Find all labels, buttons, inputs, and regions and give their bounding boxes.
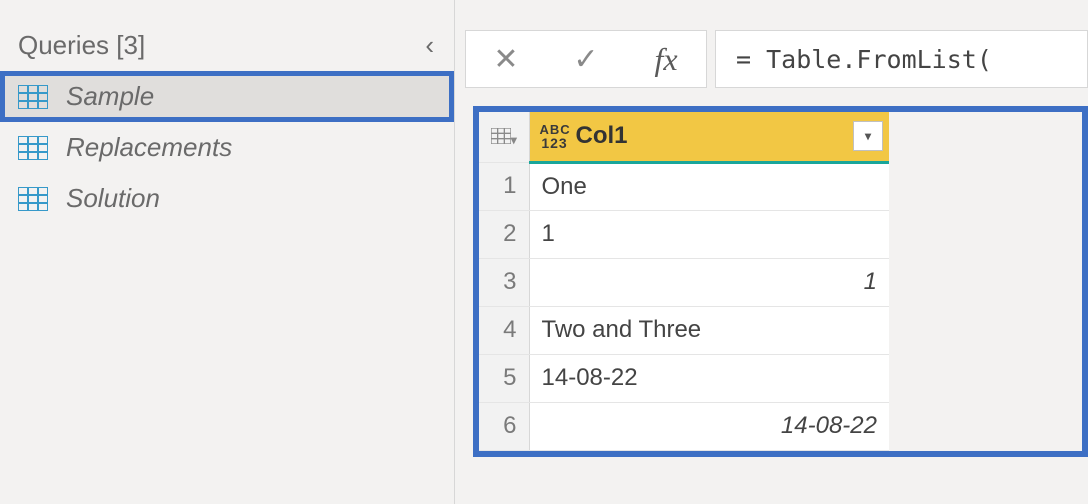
formula-bar: ✕ ✓ fx = Table.FromList( (465, 30, 1088, 88)
table-row[interactable]: 4Two and Three (479, 306, 889, 354)
table-icon (18, 85, 48, 109)
cell[interactable]: 1 (529, 210, 889, 258)
cell[interactable]: 1 (529, 258, 889, 306)
formula-input[interactable]: = Table.FromList( (715, 30, 1088, 88)
table-icon (18, 136, 48, 160)
table-row[interactable]: 1One (479, 162, 889, 210)
column-header-col1[interactable]: ABC 123 Col1 ▾ (529, 112, 889, 162)
collapse-pane-icon[interactable]: ‹ (425, 30, 434, 61)
table-row[interactable]: 614-08-22 (479, 402, 889, 450)
cell[interactable]: Two and Three (529, 306, 889, 354)
datatype-line1: ABC (540, 123, 570, 136)
table-row[interactable]: 514-08-22 (479, 354, 889, 402)
chevron-down-icon: ▾ (511, 133, 517, 147)
row-number: 6 (479, 402, 529, 450)
cell[interactable]: 14-08-22 (529, 402, 889, 450)
queries-header: Queries [3] ‹ (0, 30, 454, 71)
query-item-sample[interactable]: Sample (0, 71, 454, 122)
data-grid-wrap: ▾ ABC 123 Col1 ▾ 1One 21 (473, 106, 1088, 457)
row-number: 4 (479, 306, 529, 354)
column-filter-button[interactable]: ▾ (853, 121, 883, 151)
x-icon: ✕ (493, 42, 518, 77)
row-number: 3 (479, 258, 529, 306)
confirm-button[interactable]: ✓ (546, 31, 626, 87)
datatype-line2: 123 (540, 136, 570, 150)
query-item-solution[interactable]: Solution (0, 173, 454, 224)
query-item-label: Solution (66, 183, 160, 214)
datatype-any-icon[interactable]: ABC 123 (530, 123, 570, 150)
cell[interactable]: 14-08-22 (529, 354, 889, 402)
fx-icon: fx (654, 41, 677, 78)
queries-pane: Queries [3] ‹ Sample Replacements Soluti… (0, 0, 455, 504)
table-icon (18, 187, 48, 211)
row-number: 1 (479, 162, 529, 210)
cell[interactable]: One (529, 162, 889, 210)
formula-buttons: ✕ ✓ fx (465, 30, 707, 88)
grid-corner[interactable]: ▾ (479, 112, 529, 162)
cancel-button[interactable]: ✕ (466, 31, 546, 87)
fx-button[interactable]: fx (626, 31, 706, 87)
query-item-label: Replacements (66, 132, 232, 163)
chevron-down-icon: ▾ (865, 129, 871, 143)
query-item-replacements[interactable]: Replacements (0, 122, 454, 173)
query-item-label: Sample (66, 81, 154, 112)
table-row[interactable]: 31 (479, 258, 889, 306)
queries-title: Queries [3] (18, 30, 145, 61)
column-name: Col1 (570, 122, 854, 150)
formula-text: = Table.FromList( (736, 45, 992, 74)
row-number: 5 (479, 354, 529, 402)
table-icon (491, 128, 511, 144)
data-grid: ▾ ABC 123 Col1 ▾ 1One 21 (479, 112, 889, 451)
table-row[interactable]: 21 (479, 210, 889, 258)
editor-area: ✕ ✓ fx = Table.FromList( ▾ ABC 123 (455, 0, 1088, 504)
check-icon: ✓ (573, 42, 598, 77)
row-number: 2 (479, 210, 529, 258)
queries-list: Sample Replacements Solution (0, 71, 454, 224)
